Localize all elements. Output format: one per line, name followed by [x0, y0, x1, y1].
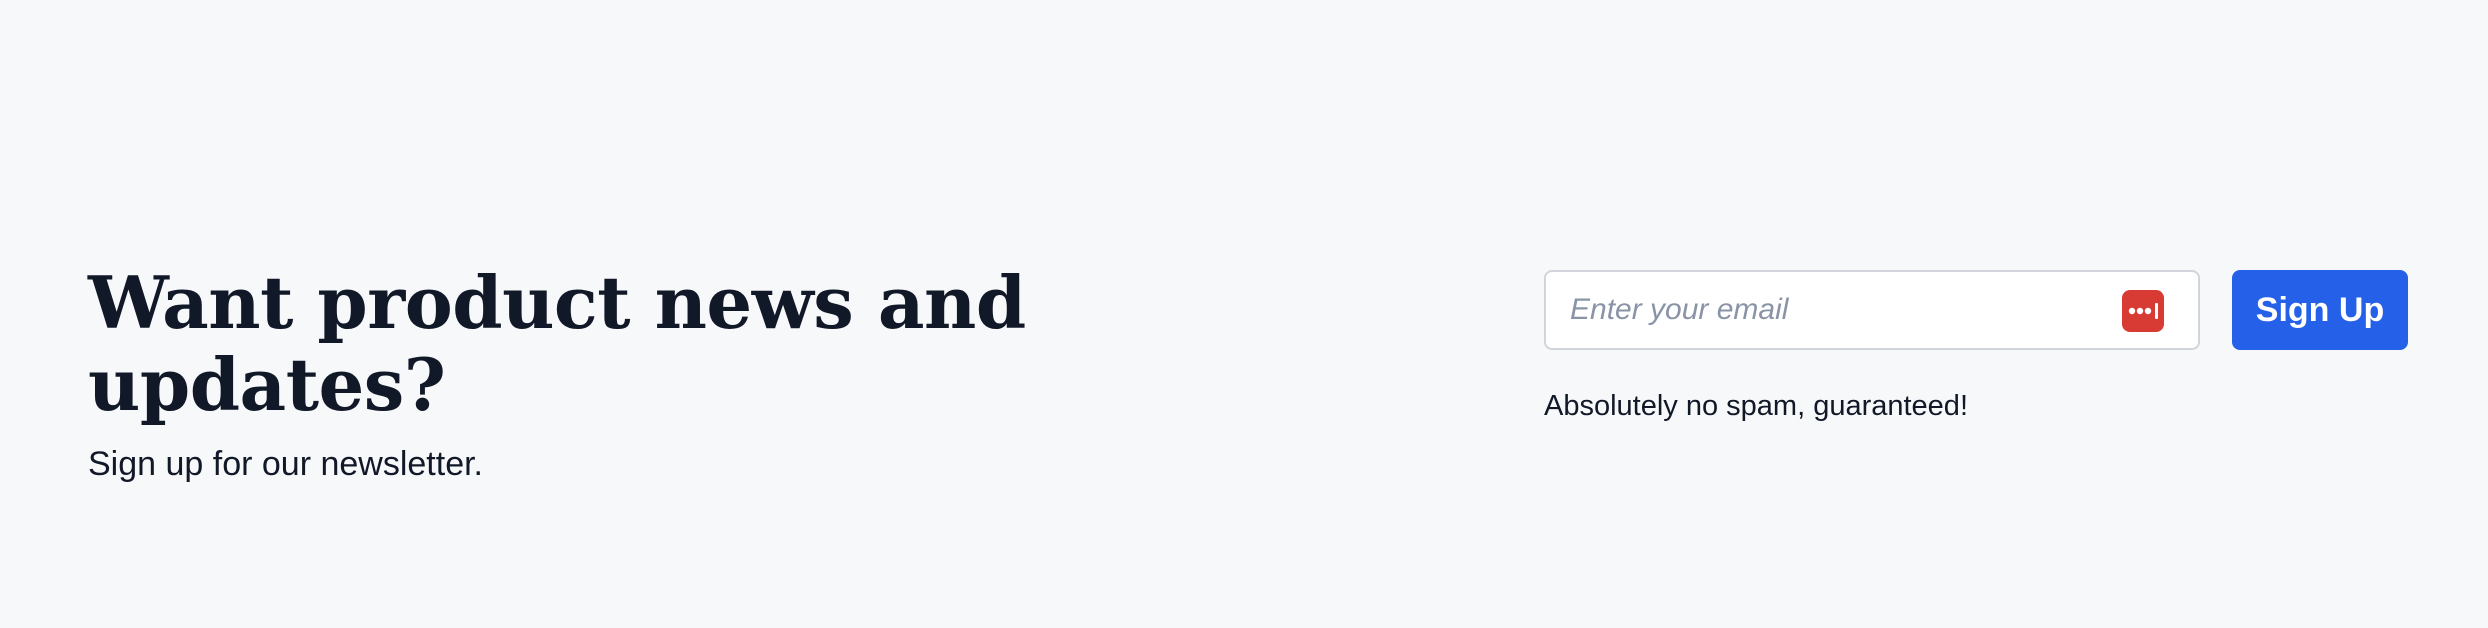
- newsletter-copy: Want product news and updates? Sign up f…: [88, 262, 1138, 486]
- newsletter-form-row: Sign Up: [1544, 270, 2408, 350]
- newsletter-headline: Want product news and updates?: [88, 260, 1026, 427]
- no-spam-note: Absolutely no spam, guaranteed!: [1544, 390, 1968, 422]
- sign-up-button[interactable]: Sign Up: [2232, 270, 2408, 350]
- password-manager-icon[interactable]: [2122, 290, 2164, 332]
- email-input[interactable]: [1546, 272, 2198, 348]
- email-field-wrapper: [1544, 270, 2200, 350]
- newsletter-form: Sign Up Absolutely no spam, guaranteed!: [1544, 270, 2408, 426]
- newsletter-section: Want product news and updates? Sign up f…: [0, 0, 2488, 628]
- newsletter-subheadline: Sign up for our newsletter.: [88, 445, 484, 483]
